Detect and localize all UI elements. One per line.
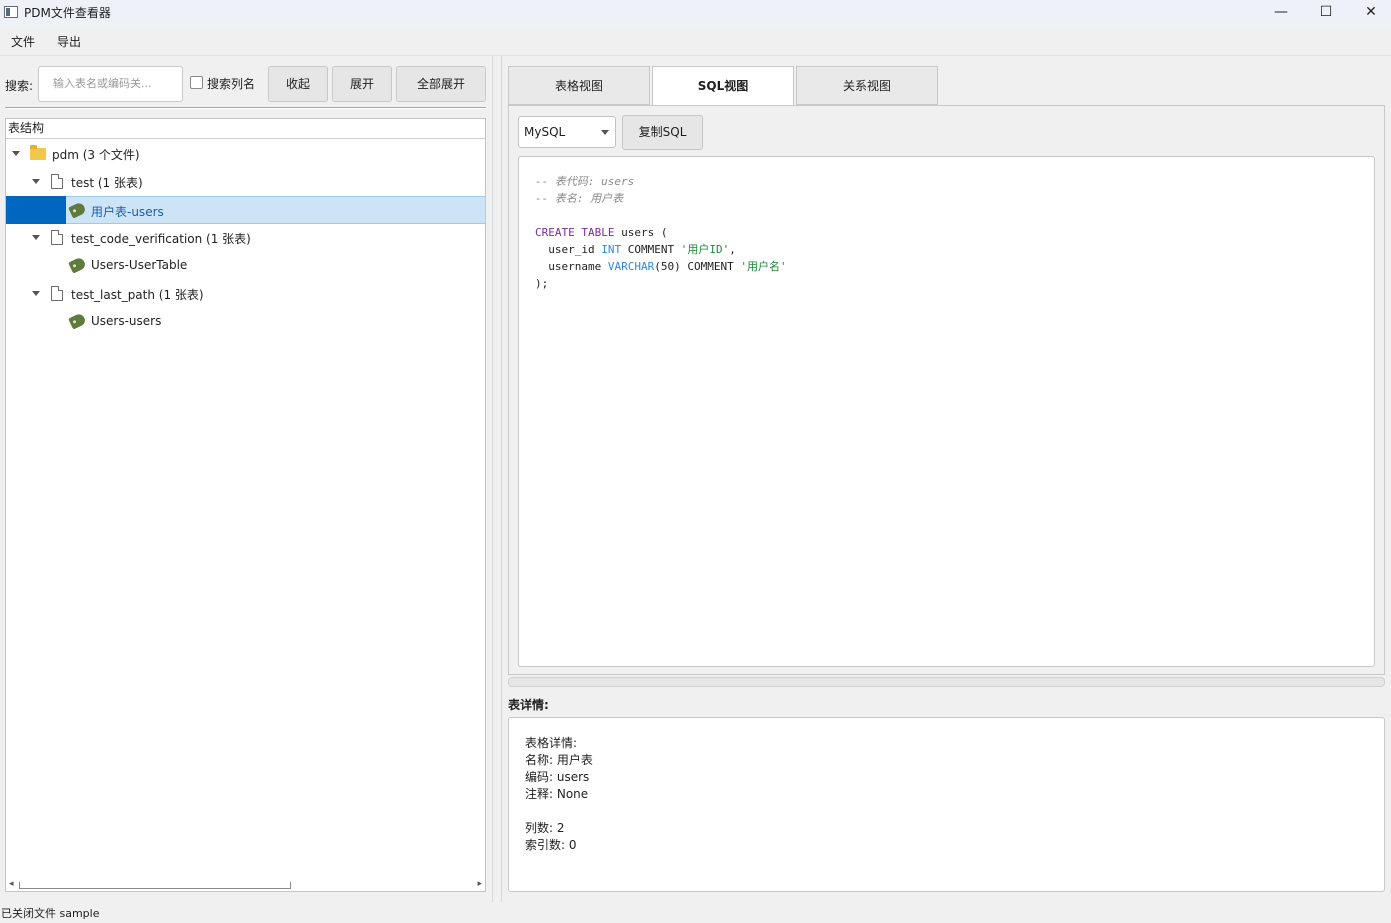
minimize-button[interactable]: — (1258, 0, 1304, 26)
code-line: -- 表名: 用户表 (535, 192, 624, 205)
code-line: username VARCHAR(50) COMMENT '用户名' (535, 260, 787, 273)
app-icon (4, 6, 18, 18)
details-title: 表详情: (508, 698, 549, 712)
horizontal-scrollbar[interactable]: ◂ ▸ (7, 876, 484, 890)
tree-node-file[interactable]: test_last_path (1 张表) (6, 280, 485, 308)
menu-bar: 文件 导出 (0, 26, 1391, 56)
file-icon (51, 174, 63, 189)
dialect-select[interactable]: MySQL (518, 116, 616, 148)
search-columns-label[interactable]: 搜索列名 (207, 75, 255, 92)
code-line: CREATE TABLE users ( (535, 226, 668, 239)
chevron-down-icon[interactable] (32, 179, 40, 184)
menu-file[interactable]: 文件 (11, 33, 35, 50)
tree-node-file[interactable]: test (1 张表) (6, 168, 485, 196)
file-icon (51, 286, 63, 301)
menu-export[interactable]: 导出 (57, 33, 81, 50)
tree-node-label: Users-UserTable (91, 258, 188, 272)
tree-node-table-selected[interactable]: 用户表-users (6, 196, 485, 224)
detail-line (525, 803, 1368, 820)
table-structure-tree[interactable]: 表结构 pdm (3 个文件) test (1 张表) 用户表-users te… (5, 118, 486, 892)
sql-view-panel: MySQL 复制SQL -- 表代码: users -- 表名: 用户表 CREA… (508, 105, 1385, 675)
title-bar: PDM文件查看器 — ☐ ✕ (0, 0, 1391, 26)
file-icon (51, 230, 63, 245)
pane-splitter[interactable] (492, 56, 502, 902)
table-tag-icon (68, 256, 87, 274)
details-panel: 表格详情: 名称: 用户表 编码: users 注释: None 列数: 2 索… (508, 717, 1385, 892)
detail-line: 索引数: 0 (525, 838, 577, 852)
chevron-down-icon[interactable] (12, 151, 20, 156)
tree-node-label: test_code_verification (1 张表) (71, 232, 251, 246)
divider (5, 107, 486, 109)
tab-table-view[interactable]: 表格视图 (508, 66, 650, 105)
code-line: user_id INT COMMENT '用户ID', (535, 243, 736, 256)
detail-line: 注释: None (525, 787, 589, 801)
copy-sql-button[interactable]: 复制SQL (622, 115, 703, 150)
table-tag-icon (68, 201, 87, 219)
maximize-button[interactable]: ☐ (1303, 0, 1349, 26)
detail-line: 列数: 2 (525, 821, 565, 835)
chevron-down-icon (601, 130, 609, 135)
search-input[interactable]: 输入表名或编码关... (38, 66, 183, 102)
right-pane: 表格视图 SQL视图 关系视图 MySQL 复制SQL -- 表代码: user… (503, 56, 1391, 902)
detail-line: 编码: users (525, 770, 590, 784)
tree-node-label: pdm (3 个文件) (52, 148, 140, 162)
tree-node-file[interactable]: test_code_verification (1 张表) (6, 224, 485, 252)
tab-sql-view[interactable]: SQL视图 (652, 66, 794, 106)
tree-header: 表结构 (6, 119, 485, 139)
tree-node-label: test (1 张表) (71, 176, 143, 190)
tree-node-root[interactable]: pdm (3 个文件) (6, 140, 485, 168)
tree-node-label: Users-users (91, 314, 162, 328)
tree-node-label: test_last_path (1 张表) (71, 288, 204, 302)
scroll-right-icon[interactable]: ▸ (477, 879, 482, 889)
search-columns-checkbox[interactable] (190, 76, 203, 89)
chevron-down-icon[interactable] (32, 235, 40, 240)
code-line: -- 表代码: users (535, 175, 635, 188)
tree-node-table[interactable]: Users-UserTable (6, 252, 485, 280)
close-button[interactable]: ✕ (1348, 0, 1391, 26)
search-label: 搜索: (5, 79, 34, 93)
scrollbar-thumb[interactable] (19, 882, 291, 889)
selection-indicator (6, 196, 66, 224)
collapse-button[interactable]: 收起 (268, 66, 328, 102)
scroll-left-icon[interactable]: ◂ (9, 879, 14, 889)
left-pane: 搜索: 输入表名或编码关... 搜索列名 收起 展开 全部展开 表结构 pdm … (0, 56, 490, 902)
vertical-splitter-handle[interactable] (508, 677, 1385, 687)
window-title: PDM文件查看器 (24, 6, 111, 20)
status-bar: 已关闭文件 sample (0, 903, 1391, 923)
expand-button[interactable]: 展开 (332, 66, 392, 102)
expand-all-button[interactable]: 全部展开 (396, 66, 486, 102)
detail-line: 表格详情: (525, 736, 578, 750)
tab-relation-view[interactable]: 关系视图 (796, 66, 938, 105)
tree-node-table[interactable]: Users-users (6, 308, 485, 336)
code-line: ); (535, 277, 549, 290)
dialect-select-value: MySQL (524, 125, 566, 139)
chevron-down-icon[interactable] (32, 291, 40, 296)
sql-code-editor[interactable]: -- 表代码: users -- 表名: 用户表 CREATE TABLE use… (518, 156, 1375, 667)
detail-line: 名称: 用户表 (525, 753, 593, 767)
folder-icon (30, 145, 46, 160)
table-tag-icon (68, 312, 87, 330)
tree-node-label: 用户表-users (91, 205, 164, 219)
